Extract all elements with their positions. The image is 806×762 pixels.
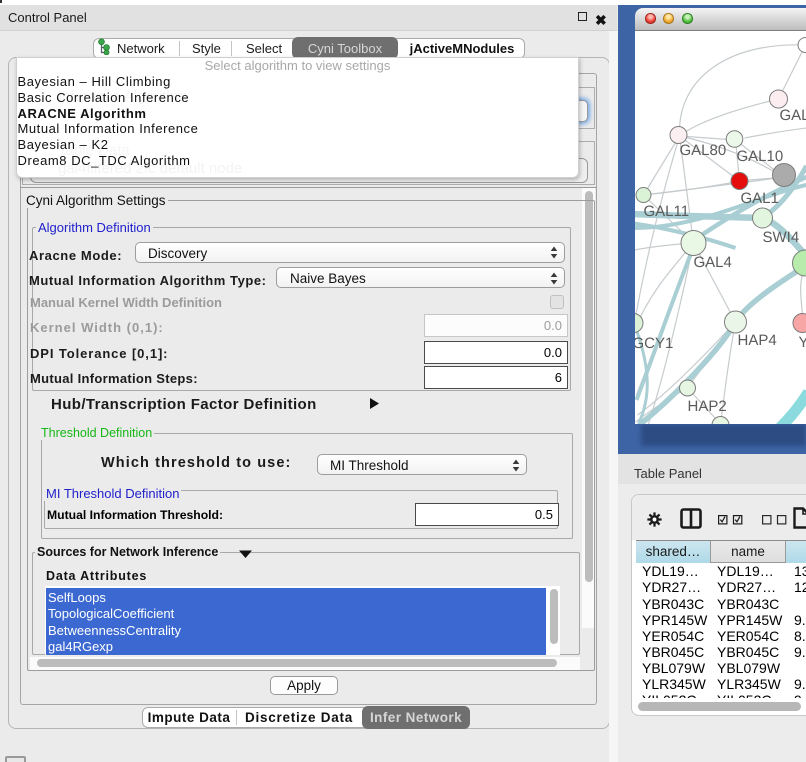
svg-text:GAL80: GAL80 (679, 142, 726, 159)
svg-text:Y: Y (798, 334, 806, 351)
svg-text:GAL11: GAL11 (643, 203, 689, 220)
svg-text:GCY1: GCY1 (635, 335, 673, 352)
svg-text:GAL10: GAL10 (736, 148, 783, 165)
svg-text:GAL: GAL (779, 107, 806, 124)
svg-text:HAP2: HAP2 (687, 398, 726, 415)
svg-text:GAL1: GAL1 (740, 190, 778, 207)
svg-text:GAL4: GAL4 (693, 254, 731, 271)
svg-text:SWI4: SWI4 (762, 229, 799, 246)
svg-text:HAP4: HAP4 (737, 332, 776, 349)
